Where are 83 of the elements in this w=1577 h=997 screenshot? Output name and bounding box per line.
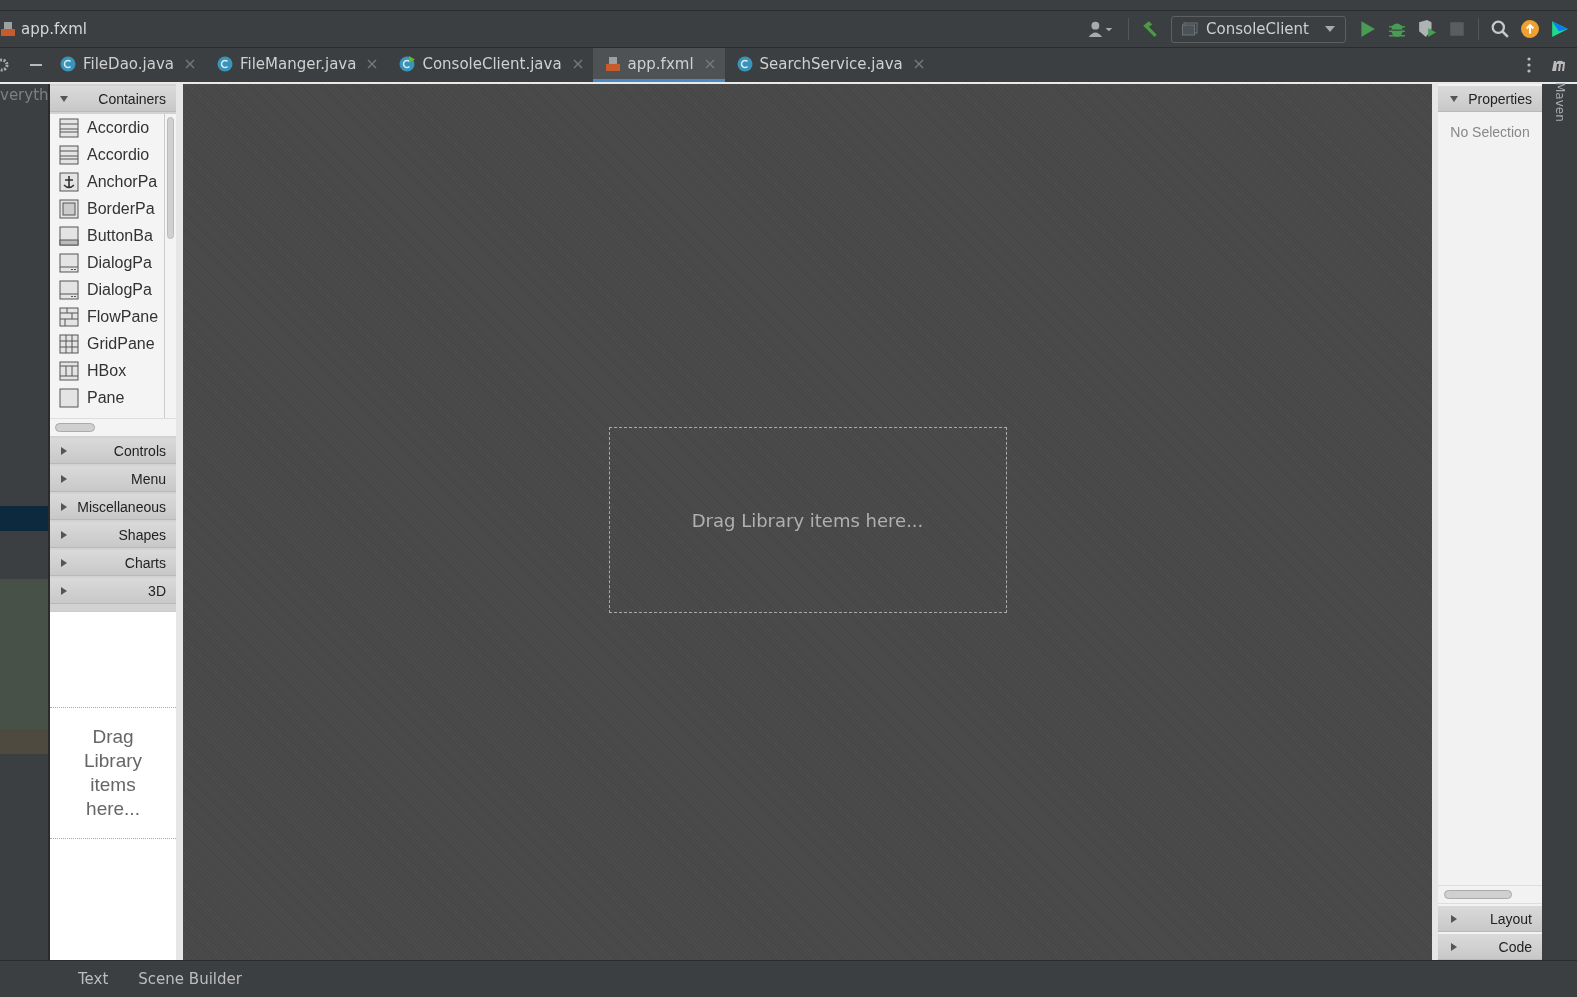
editor-tab[interactable]: ConsoleClient.java [387,48,593,82]
hammer-icon[interactable] [1141,20,1159,38]
expanded-arrow-icon [60,94,68,103]
editor-mode-tab[interactable]: Scene Builder [138,970,242,988]
inspector-section-header[interactable]: Layout [1438,906,1542,932]
layout-icon [59,252,79,273]
scrollbar-thumb[interactable] [167,117,174,239]
library-item[interactable]: FlowPane [50,303,164,330]
collapsed-arrow-icon [60,558,68,567]
collapsed-arrow-icon [60,530,68,539]
runnable-class-icon [399,55,416,72]
layout-icon [59,117,79,138]
library-item[interactable]: HBox [50,357,164,384]
library-section-header[interactable]: Charts [50,550,176,576]
editor-tab[interactable]: FileManger.java [204,48,388,82]
class-icon [736,55,753,72]
class-icon [60,55,76,72]
library-item[interactable]: ButtonBa [50,222,164,249]
layout-icon [59,360,79,381]
caret-icon [1325,26,1335,32]
expanded-arrow-icon [1450,94,1458,103]
maven-tool-tab[interactable]: Maven [1552,82,1567,960]
class-icon [216,55,233,72]
close-icon[interactable] [184,58,195,69]
collapsed-arrow-icon [60,502,68,511]
editor-tab[interactable]: app.fxml [592,48,725,82]
bug-icon[interactable] [1388,20,1406,38]
scrollbar-thumb[interactable] [1444,890,1512,899]
library-item[interactable]: Accordio [50,141,164,168]
collapsed-arrow-icon [1450,914,1458,923]
layout-icon [59,306,79,327]
more-icon[interactable] [1527,57,1531,73]
breadcrumb-file[interactable]: app.fxml [21,20,87,38]
empty-message: No Selection [1450,124,1530,140]
inspector-section-header[interactable]: Code [1438,934,1542,960]
layout-icon [59,333,79,354]
layout-icon [59,387,79,408]
library-item[interactable]: DialogPa [50,249,164,276]
library-item[interactable]: GridPane [50,330,164,357]
run-config-dropdown[interactable]: ConsoleClient [1171,15,1346,43]
collapsed-arrow-icon [60,446,68,455]
shield-run-icon[interactable] [1418,20,1436,38]
window-icon [1182,22,1198,36]
close-icon[interactable] [367,58,378,69]
library-section-header[interactable]: 3D [50,578,176,604]
library-item[interactable]: DialogPa [50,276,164,303]
close-icon[interactable] [913,58,924,69]
canvas-drop-area: Drag Library items here... [608,427,1007,613]
fxml-file-icon [0,21,16,37]
editor-tab[interactable]: FileDao.java [48,48,205,82]
layout-icon [59,198,79,219]
close-icon[interactable] [572,58,583,69]
search-icon[interactable] [1491,20,1509,38]
update-icon[interactable] [1521,20,1539,38]
search-text: veryth [0,86,49,104]
collapsed-arrow-icon [60,474,68,483]
close-icon[interactable] [704,58,715,69]
library-item[interactable]: BorderPa [50,195,164,222]
selected-row-highlight [0,506,48,531]
library-section-header[interactable]: Controls [50,438,176,464]
library-section-header[interactable]: Containers [50,86,176,112]
library-item[interactable]: Pane [50,384,164,411]
library-item[interactable]: AnchorPa [50,168,164,195]
fxml-file-icon [604,55,621,72]
editor-tab[interactable]: SearchService.java [724,48,934,82]
layout-icon [59,171,79,192]
hierarchy-drop-area: Drag Library items here... [50,707,176,839]
layout-icon [59,279,79,300]
collapsed-arrow-icon [1450,942,1458,951]
editor-mode-tab[interactable]: Text [78,970,109,988]
library-item[interactable]: Accordio [50,114,164,141]
library-section-header[interactable]: Menu [50,466,176,492]
library-section-header[interactable]: Shapes [50,522,176,548]
maven-icon[interactable] [1551,58,1567,72]
run-icon[interactable] [1358,20,1376,38]
library-section-header[interactable]: Miscellaneous [50,494,176,520]
scrollbar-thumb[interactable] [55,423,95,432]
layout-icon [59,225,79,246]
collapsed-arrow-icon [60,586,68,595]
layout-icon [59,144,79,165]
inspector-section-header[interactable]: Properties [1438,86,1542,112]
stop-icon[interactable] [1448,20,1466,38]
logo-icon[interactable] [1551,20,1569,38]
